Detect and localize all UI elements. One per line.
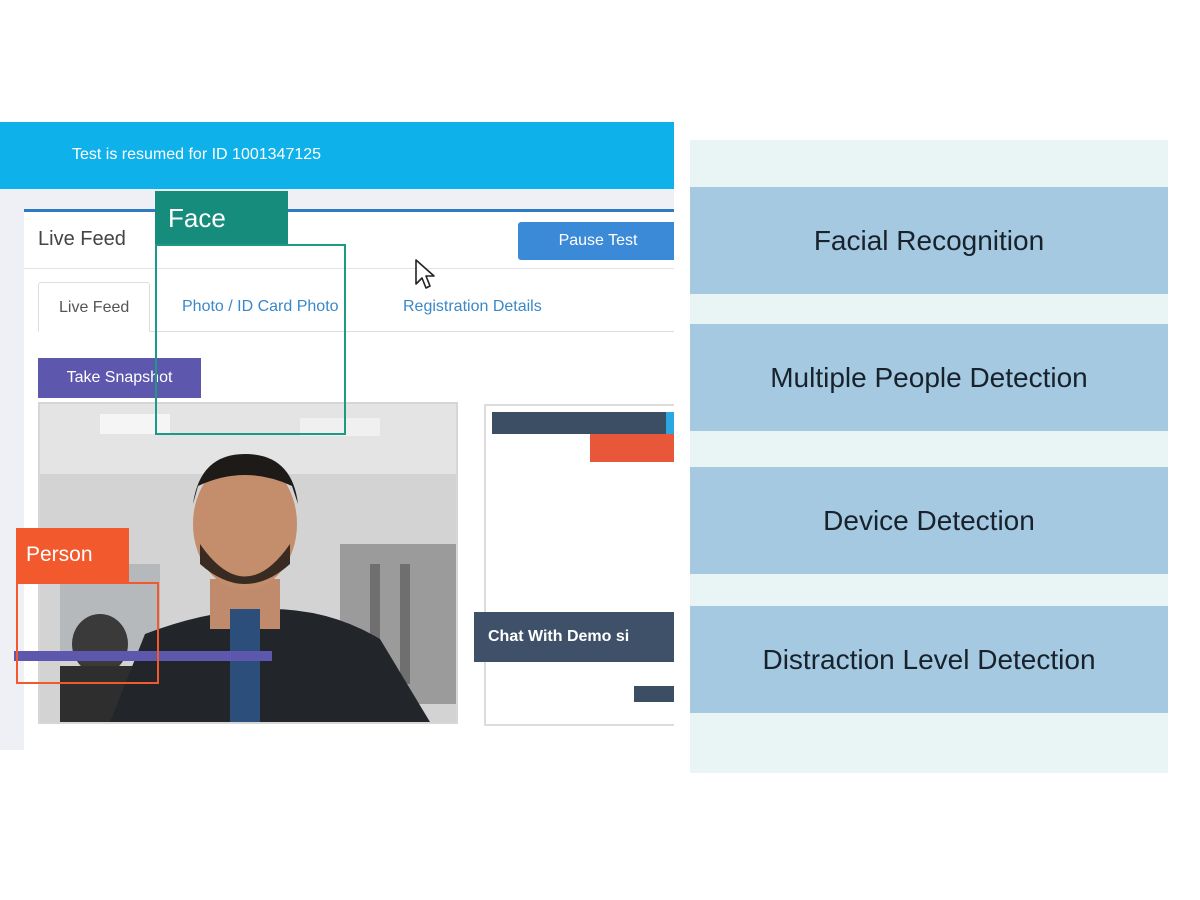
status-banner: Test is resumed for ID 1001347125 [0, 122, 674, 189]
feature-multiple-people-detection: Multiple People Detection [690, 324, 1168, 431]
preview-tag [634, 686, 674, 702]
face-detection-label: Face [155, 191, 288, 246]
preview-header [492, 412, 674, 434]
tab-registration-details[interactable]: Registration Details [383, 282, 562, 332]
preview-alert [590, 434, 674, 462]
tab-live-feed[interactable]: Live Feed [38, 282, 151, 332]
status-message: Test is resumed for ID 1001347125 [72, 146, 322, 163]
preview-accent [666, 412, 674, 434]
panel-divider [24, 268, 674, 269]
stage: Test is resumed for ID 1001347125 Live F… [0, 0, 1200, 900]
panel-title: Live Feed [38, 228, 126, 250]
person-detection-box [16, 582, 159, 684]
face-detection-box [155, 244, 346, 435]
feature-list: Facial Recognition Multiple People Detec… [690, 140, 1168, 773]
mouse-pointer-icon [415, 259, 435, 289]
feature-facial-recognition: Facial Recognition [690, 187, 1168, 294]
chat-button[interactable]: Chat With Demo si [474, 612, 674, 662]
exam-preview [484, 404, 674, 726]
feature-distraction-level-detection: Distraction Level Detection [690, 606, 1168, 713]
feature-device-detection: Device Detection [690, 467, 1168, 574]
tab-bar: Live Feed Photo / ID Card Photo Registra… [38, 282, 674, 332]
person-detection-label: Person [16, 528, 129, 582]
pause-test-button[interactable]: Pause Test [518, 222, 674, 260]
